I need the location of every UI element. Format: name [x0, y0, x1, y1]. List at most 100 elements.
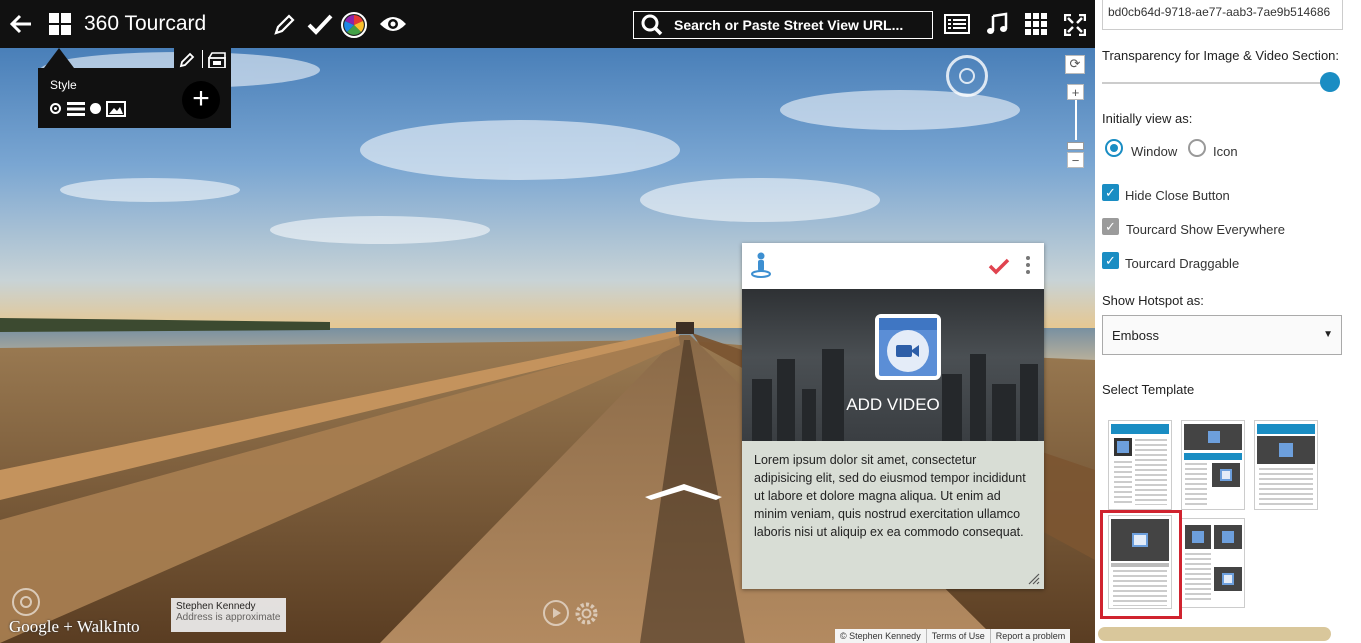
tourcard-body[interactable]: Lorem ipsum dolor sit amet, consectetur … — [742, 441, 1044, 589]
edit-style-button[interactable] — [178, 51, 198, 69]
attribution-note: Address is approximate — [176, 612, 281, 623]
checkmark-icon — [307, 14, 333, 35]
style-label: Style — [50, 78, 77, 92]
attribution-author: Stephen Kennedy — [176, 601, 256, 612]
hotspot-select-value: Emboss — [1112, 328, 1159, 343]
settings-button[interactable] — [573, 600, 600, 627]
add-video-label: ADD VIDEO — [846, 395, 940, 414]
checkbox-show-everywhere-label: Tourcard Show Everywhere — [1126, 222, 1285, 237]
compass-icon[interactable] — [946, 55, 988, 97]
footer-links: © Stephen Kennedy Terms of Use Report a … — [835, 629, 1071, 643]
template-label: Select Template — [1102, 382, 1195, 397]
checkmark-icon[interactable] — [988, 257, 1010, 275]
fullscreen-button[interactable] — [1063, 13, 1087, 37]
top-toolbar: 360 Tourcard — [0, 0, 1095, 48]
radio-window[interactable] — [1105, 139, 1123, 157]
play-button[interactable] — [543, 600, 569, 626]
checkbox-show-everywhere[interactable]: ✓ — [1102, 218, 1119, 235]
radio-icon[interactable] — [1188, 139, 1206, 157]
app-grid-button[interactable] — [48, 12, 72, 36]
preview-button[interactable] — [377, 12, 409, 36]
video-camera-icon — [896, 345, 919, 357]
terms-link[interactable]: Terms of Use — [925, 629, 990, 643]
minus-icon: − — [1071, 153, 1080, 168]
attribution-box: Stephen Kennedy Address is approximate — [171, 598, 286, 632]
radio-icon-label: Icon — [1213, 144, 1238, 159]
list-view-icon — [944, 14, 970, 34]
template-option-2[interactable] — [1181, 420, 1245, 510]
selected-template-highlight — [1100, 510, 1182, 619]
zoom-slider[interactable] — [1075, 100, 1077, 140]
tourcard-header[interactable] — [742, 243, 1044, 289]
resize-handle-icon[interactable] — [1028, 573, 1040, 585]
edit-button[interactable] — [271, 12, 297, 38]
brand-label: Google + WalkInto — [9, 617, 140, 636]
fullscreen-icon — [1064, 14, 1086, 36]
hotspot-select[interactable]: Emboss ▼ — [1102, 315, 1342, 355]
template-option-5[interactable] — [1181, 518, 1245, 608]
add-video-button[interactable] — [875, 314, 941, 380]
eye-icon — [380, 17, 406, 31]
tab-divider — [202, 50, 203, 68]
style-option-dot-large[interactable] — [90, 103, 101, 114]
style-popup: Style + — [38, 68, 231, 128]
back-button[interactable] — [8, 12, 34, 36]
initial-view-label: Initially view as: — [1102, 111, 1193, 126]
media-style-button[interactable] — [207, 51, 227, 69]
rotate-button[interactable]: ⟳ — [1065, 55, 1085, 74]
tourcard-media[interactable]: ADD VIDEO — [742, 289, 1044, 441]
transparency-slider[interactable] — [1102, 82, 1330, 84]
style-option-dot-small[interactable] — [50, 103, 61, 114]
plus-icon: + — [1071, 85, 1080, 100]
confirm-button[interactable] — [305, 11, 335, 37]
apps-grid-icon — [1025, 13, 1047, 35]
clapperboard-icon — [208, 52, 226, 69]
color-picker-button[interactable] — [339, 10, 369, 40]
color-wheel-icon — [341, 12, 367, 38]
app-title: 360 Tourcard — [84, 12, 207, 35]
add-style-button[interactable]: + — [182, 81, 220, 119]
search-input[interactable] — [674, 15, 928, 35]
radio-window-label: Window — [1131, 144, 1178, 159]
zoom-slider-handle[interactable] — [1067, 142, 1084, 150]
arrow-left-icon — [9, 14, 31, 34]
tourcard-id-field[interactable]: bd0cb64d-9718-ae77-aab3-7ae9b514686 — [1102, 0, 1343, 30]
template-option-3[interactable] — [1254, 420, 1318, 510]
zoom-out-button[interactable]: − — [1067, 152, 1084, 168]
checkbox-hide-close-label: Hide Close Button — [1125, 188, 1230, 203]
street-view-search[interactable] — [633, 11, 933, 39]
street-view-person-icon — [751, 252, 771, 278]
progress-bar — [1098, 627, 1331, 641]
pencil-icon — [179, 52, 195, 68]
play-icon — [553, 608, 561, 618]
transparency-slider-thumb[interactable] — [1320, 72, 1340, 92]
rotate-icon: ⟳ — [1069, 56, 1081, 71]
style-popup-pointer — [44, 48, 74, 68]
more-vertical-icon[interactable] — [1024, 255, 1032, 275]
zoom-in-button[interactable]: + — [1067, 84, 1084, 100]
tourcard-description: Lorem ipsum dolor sit amet, consectetur … — [754, 453, 1026, 539]
hotspot-label: Show Hotspot as: — [1102, 293, 1204, 308]
style-popup-tabs — [174, 48, 231, 70]
report-link[interactable]: Report a problem — [989, 629, 1071, 643]
checkbox-hide-close[interactable]: ✓ — [1102, 184, 1119, 201]
search-icon — [641, 14, 663, 36]
music-button[interactable] — [985, 12, 1009, 36]
caret-down-icon: ▼ — [1323, 329, 1333, 340]
list-lines-icon[interactable] — [67, 102, 85, 116]
image-icon[interactable] — [106, 101, 126, 117]
copyright-text: © Stephen Kennedy — [840, 631, 921, 641]
tourcard[interactable]: ADD VIDEO Lorem ipsum dolor sit amet, co… — [742, 243, 1044, 589]
music-note-icon — [987, 12, 1008, 34]
gear-icon — [575, 602, 598, 625]
apps-button[interactable] — [1025, 13, 1047, 35]
plus-icon: + — [192, 82, 210, 115]
walkinto-logo-icon — [12, 588, 40, 616]
template-option-1[interactable] — [1108, 420, 1172, 510]
app-grid-icon — [49, 13, 71, 35]
checkbox-draggable-label: Tourcard Draggable — [1125, 256, 1240, 271]
list-view-button[interactable] — [944, 13, 970, 35]
pencil-icon — [274, 14, 295, 35]
transparency-label: Transparency for Image & Video Section: — [1102, 48, 1340, 63]
checkbox-draggable[interactable]: ✓ — [1102, 252, 1119, 269]
